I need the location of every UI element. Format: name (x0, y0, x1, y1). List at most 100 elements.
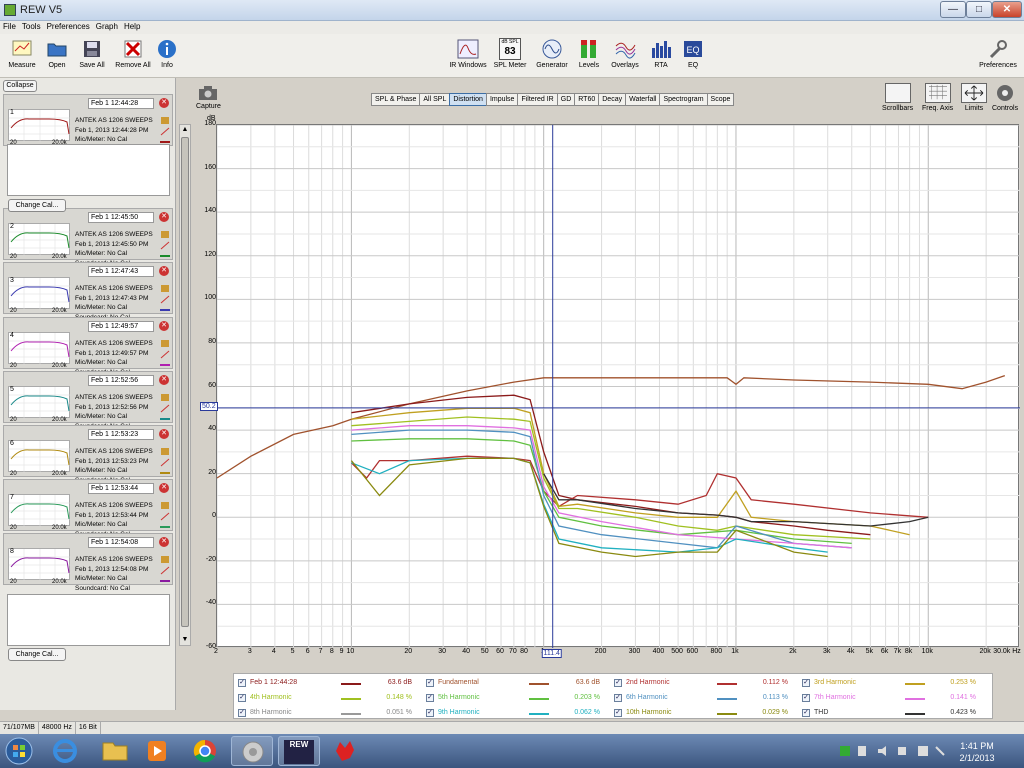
delete-measurement-icon[interactable]: ✕ (159, 429, 169, 439)
color-pick-icon[interactable] (160, 241, 170, 250)
info-button[interactable]: Info (145, 38, 189, 69)
scroll-up-arrow[interactable]: ▲ (180, 125, 190, 135)
measurement-notes[interactable] (7, 144, 170, 196)
tab-all-spl[interactable]: All SPL (419, 93, 451, 106)
tab-gd[interactable]: GD (556, 93, 576, 106)
measurement-thumbnail[interactable] (8, 440, 71, 473)
measurement-thumbnail[interactable] (8, 548, 71, 581)
delete-measurement-icon[interactable]: ✕ (159, 321, 169, 331)
trace-color-icon[interactable] (160, 469, 170, 478)
legend-checkbox[interactable]: ✓ (238, 679, 246, 687)
measurement-name-field[interactable]: Feb 1 12:45:50 (88, 212, 154, 223)
panel-scrollbar[interactable]: ▲ ▼ (179, 124, 191, 646)
close-button[interactable]: ✕ (992, 1, 1022, 18)
explorer-taskbar[interactable] (94, 736, 136, 766)
controls-button[interactable]: Controls (992, 83, 1018, 112)
measurement-name-field[interactable]: Feb 1 12:44:28 (88, 98, 154, 109)
measurement-thumbnail[interactable] (8, 109, 71, 142)
measurement-thumbnail[interactable] (8, 494, 71, 527)
delete-measurement-icon[interactable]: ✕ (159, 266, 169, 276)
tab-impulse[interactable]: Impulse (485, 93, 519, 106)
color-pick-icon[interactable] (160, 295, 170, 304)
measurement-card[interactable]: 4 20 20.0k Feb 1 12:49:57 ✕ ANTEK AS 120… (3, 317, 173, 376)
media-player-taskbar[interactable] (136, 736, 178, 766)
limits-button[interactable]: Limits (961, 83, 987, 112)
tab-rt60[interactable]: RT60 (574, 93, 600, 106)
color-pick-icon[interactable] (160, 404, 170, 413)
save-all-button[interactable]: Save All (70, 38, 114, 69)
legend-checkbox[interactable]: ✓ (614, 679, 622, 687)
tab-waterfall[interactable]: Waterfall (625, 93, 661, 106)
legend-checkbox[interactable]: ✓ (426, 679, 434, 687)
tab-spl-phase[interactable]: SPL & Phase (371, 93, 421, 106)
edit-icon[interactable] (160, 339, 170, 348)
color-pick-icon[interactable] (160, 512, 170, 521)
legend-checkbox[interactable]: ✓ (802, 709, 810, 717)
measurement-name-field[interactable]: Feb 1 12:52:56 (88, 375, 154, 386)
ir-windows-button[interactable]: IR Windows (446, 38, 490, 69)
measurement-thumbnail[interactable] (8, 332, 71, 365)
chrome-taskbar[interactable] (184, 736, 226, 766)
measurement-name-field[interactable]: Feb 1 12:54:08 (88, 537, 154, 548)
edit-icon[interactable] (160, 447, 170, 456)
measurement-card[interactable]: 5 20 20.0k Feb 1 12:52:56 ✕ ANTEK AS 120… (3, 371, 173, 430)
measurement-card[interactable]: 7 20 20.0k Feb 1 12:53:44 ✕ ANTEK AS 120… (3, 479, 173, 538)
internet-explorer-taskbar[interactable] (44, 736, 86, 766)
capture-button[interactable]: Capture (196, 85, 221, 110)
menu-file[interactable]: File (0, 21, 19, 33)
maximize-button[interactable]: □ (966, 1, 992, 18)
collapse-button[interactable]: Collapse (3, 80, 37, 92)
eq-button[interactable]: EQ EQ (671, 38, 715, 69)
measurement-card[interactable]: 6 20 20.0k Feb 1 12:53:23 ✕ ANTEK AS 120… (3, 425, 173, 484)
measurement-thumbnail[interactable] (8, 277, 71, 310)
measurement-thumbnail[interactable] (8, 386, 71, 419)
trace-color-icon[interactable] (160, 577, 170, 586)
trace-color-icon[interactable] (160, 361, 170, 370)
tab-scope[interactable]: Scope (706, 93, 735, 106)
delete-measurement-icon[interactable]: ✕ (159, 212, 169, 222)
legend-checkbox[interactable]: ✓ (802, 679, 810, 687)
legend-checkbox[interactable]: ✓ (802, 694, 810, 702)
measurement-card[interactable]: 8 20 20.0k Feb 1 12:54:08 ✕ ANTEK AS 120… (3, 533, 173, 592)
trace-color-icon[interactable] (160, 415, 170, 424)
legend-checkbox[interactable]: ✓ (426, 694, 434, 702)
distortion-graph[interactable] (216, 124, 1020, 648)
scrollbars-button[interactable]: Scrollbars (882, 83, 913, 112)
menu-help[interactable]: Help (121, 21, 143, 33)
legend-checkbox[interactable]: ✓ (238, 709, 246, 717)
minimize-button[interactable]: — (940, 1, 966, 18)
color-pick-icon[interactable] (160, 458, 170, 467)
rew-taskbar[interactable]: REW (278, 736, 320, 766)
measurement-card[interactable]: 1 20 20.0k Feb 1 12:44:28 ✕ ANTEK AS 120… (3, 94, 173, 153)
change-cal-button[interactable]: Change Cal... (8, 648, 66, 661)
speaker-app-taskbar[interactable] (231, 736, 273, 766)
measurement-name-field[interactable]: Feb 1 12:49:57 (88, 321, 154, 332)
spl-meter-button[interactable]: dB SPL 83 SPL Meter (488, 38, 532, 69)
measurement-card[interactable]: 2 20 20.0k Feb 1 12:45:50 ✕ ANTEK AS 120… (3, 208, 173, 267)
tab-distortion[interactable]: Distortion (449, 93, 487, 106)
change-cal-button[interactable]: Change Cal... (8, 199, 66, 212)
delete-measurement-icon[interactable]: ✕ (159, 537, 169, 547)
measurement-thumbnail[interactable] (8, 223, 71, 256)
menu-tools[interactable]: Tools (19, 21, 44, 33)
menu-preferences[interactable]: Preferences (44, 21, 93, 33)
measurement-name-field[interactable]: Feb 1 12:53:44 (88, 483, 154, 494)
tab-filtered-ir[interactable]: Filtered IR (517, 93, 558, 106)
edit-icon[interactable] (160, 555, 170, 564)
scrollbar-thumb[interactable] (181, 137, 189, 627)
measurement-name-field[interactable]: Feb 1 12:47:43 (88, 266, 154, 277)
measurement-notes[interactable] (7, 594, 170, 646)
menu-graph[interactable]: Graph (93, 21, 121, 33)
paint-app-taskbar[interactable] (324, 736, 366, 766)
start-button[interactable] (2, 736, 36, 766)
measurement-name-field[interactable]: Feb 1 12:53:23 (88, 429, 154, 440)
edit-icon[interactable] (160, 116, 170, 125)
preferences-button[interactable]: Preferences (974, 38, 1022, 69)
color-pick-icon[interactable] (160, 127, 170, 136)
color-pick-icon[interactable] (160, 350, 170, 359)
legend-checkbox[interactable]: ✓ (614, 694, 622, 702)
tab-decay[interactable]: Decay (598, 93, 627, 106)
edit-icon[interactable] (160, 284, 170, 293)
edit-icon[interactable] (160, 393, 170, 402)
delete-measurement-icon[interactable]: ✕ (159, 483, 169, 493)
